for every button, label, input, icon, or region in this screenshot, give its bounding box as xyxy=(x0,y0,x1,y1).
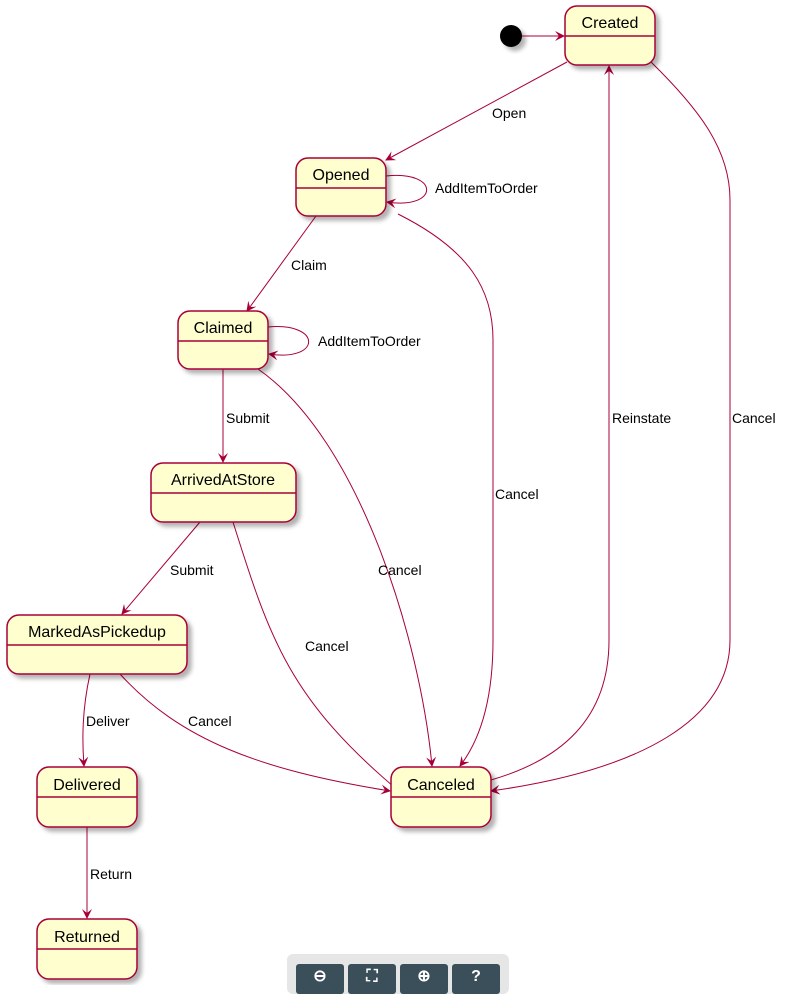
state-returned-label: Returned xyxy=(54,929,120,946)
label-marked-cancel: Cancel xyxy=(188,713,232,729)
fit-icon: ⛶ xyxy=(366,968,378,985)
state-returned[interactable]: Returned xyxy=(36,918,138,980)
label-opened-cancel: Cancel xyxy=(495,486,539,502)
zoom-toolbar: ⊖ ⛶ ⊕ ? xyxy=(287,954,509,994)
label-claim: Claim xyxy=(291,257,327,273)
label-arrived-cancel: Cancel xyxy=(305,638,349,654)
help-icon: ? xyxy=(471,968,481,985)
zoom-out-icon: ⊖ xyxy=(313,968,327,985)
label-deliver: Deliver xyxy=(86,713,130,729)
edge-claimed-self xyxy=(267,326,309,361)
state-arrived-at-store[interactable]: ArrivedAtStore xyxy=(150,462,297,523)
label-claimed-self: AddItemToOrder xyxy=(318,333,421,349)
initial-state xyxy=(500,25,522,47)
state-created[interactable]: Created xyxy=(564,5,656,66)
edge-reinstate xyxy=(490,65,614,781)
edge-marked-cancel xyxy=(119,673,391,795)
edge-opened-cancel xyxy=(397,213,494,767)
state-opened-label: Opened xyxy=(313,167,370,184)
label-submit-1: Submit xyxy=(226,410,270,426)
state-opened[interactable]: Opened xyxy=(295,157,387,217)
edge-arrived-cancel xyxy=(232,521,401,793)
state-diagram: Open AddItemToOrder Claim AddItemToOrder… xyxy=(6,5,776,980)
label-open: Open xyxy=(492,105,526,121)
label-opened-self: AddItemToOrder xyxy=(435,180,538,196)
state-claimed[interactable]: Claimed xyxy=(177,310,269,370)
state-canceled-label: Canceled xyxy=(407,777,475,794)
state-marked-as-pickedup[interactable]: MarkedAsPickedup xyxy=(6,614,188,675)
state-created-label: Created xyxy=(582,15,639,32)
zoom-in-button[interactable]: ⊕ xyxy=(400,964,448,994)
state-canceled[interactable]: Canceled xyxy=(390,766,492,828)
zoom-out-button[interactable]: ⊖ xyxy=(296,964,344,994)
help-button[interactable]: ? xyxy=(452,964,500,994)
label-created-cancel: Cancel xyxy=(732,410,776,426)
fit-button[interactable]: ⛶ xyxy=(348,964,396,994)
state-marked-label: MarkedAsPickedup xyxy=(28,624,166,641)
zoom-in-icon: ⊕ xyxy=(417,968,431,985)
label-return: Return xyxy=(90,866,132,882)
state-claimed-label: Claimed xyxy=(194,320,253,337)
state-delivered-label: Delivered xyxy=(53,777,121,794)
state-arrived-label: ArrivedAtStore xyxy=(171,472,275,489)
label-submit-2: Submit xyxy=(170,562,214,578)
label-reinstate: Reinstate xyxy=(612,410,671,426)
label-claimed-cancel: Cancel xyxy=(378,562,422,578)
edge-open xyxy=(385,61,568,161)
edge-opened-self xyxy=(385,174,427,209)
state-delivered[interactable]: Delivered xyxy=(36,766,138,828)
edge-created-cancel xyxy=(490,61,731,795)
